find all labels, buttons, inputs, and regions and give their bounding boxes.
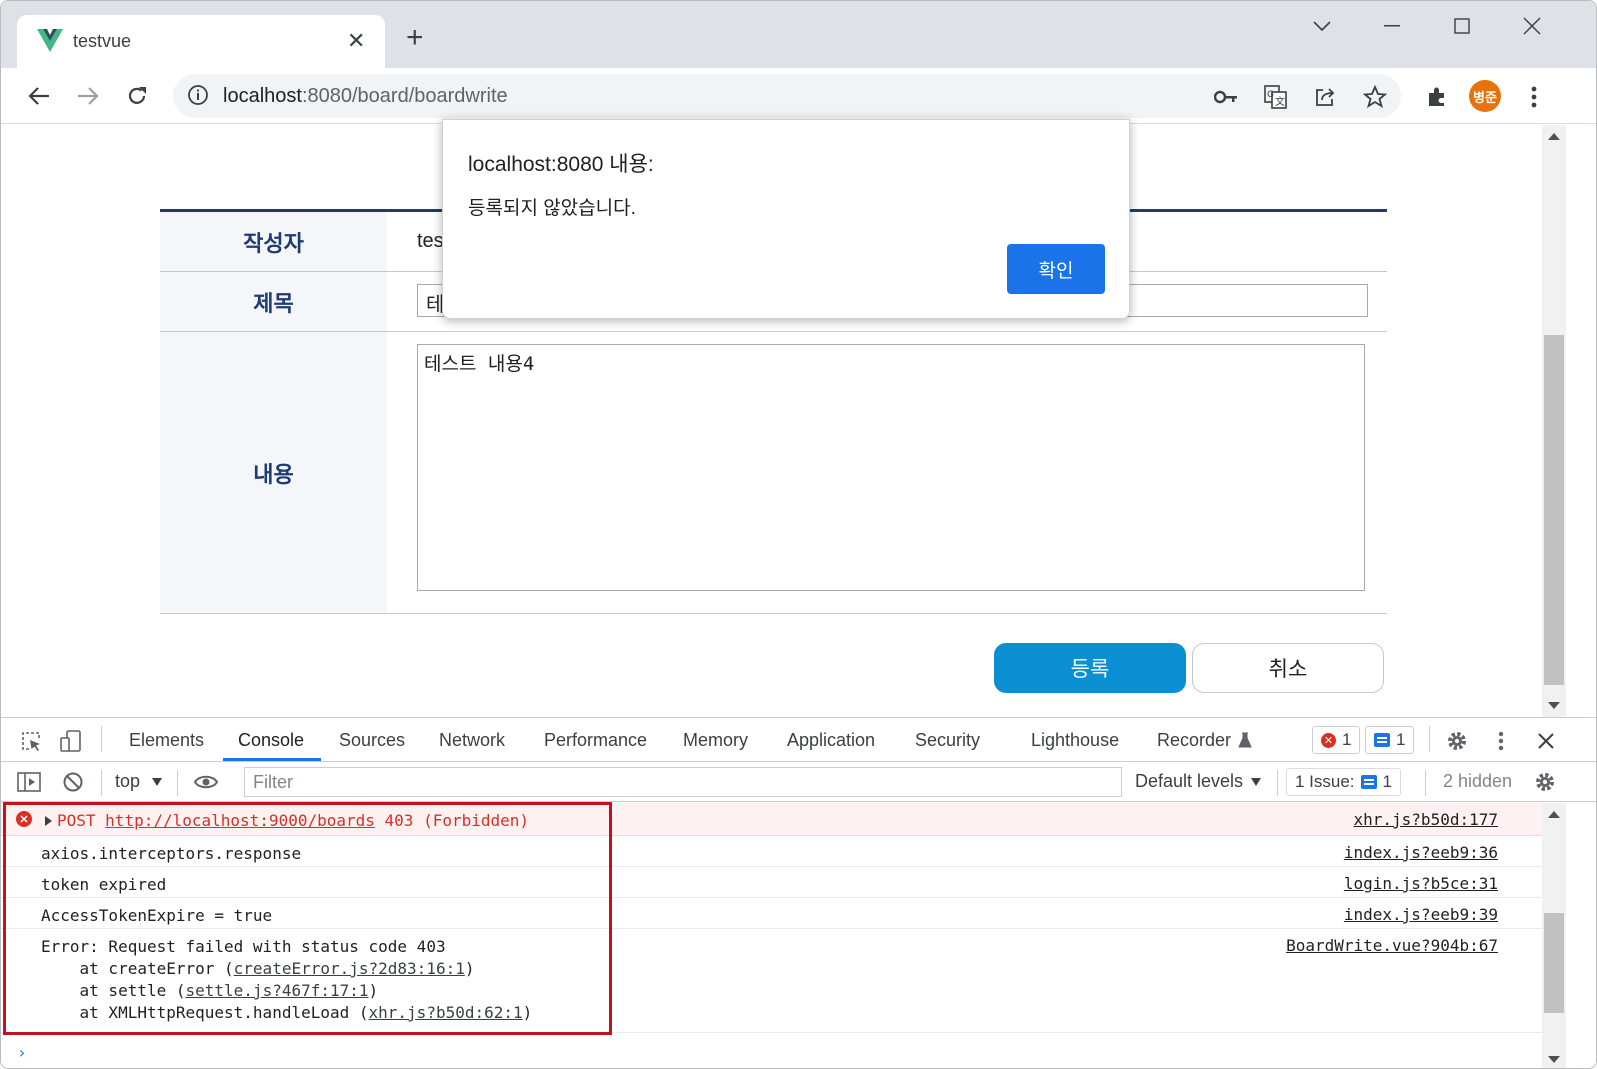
maximize-icon[interactable] xyxy=(1439,11,1485,41)
page-scrollbar[interactable] xyxy=(1542,125,1566,717)
extensions-icon[interactable] xyxy=(1422,82,1452,112)
devtools-more-icon[interactable] xyxy=(1487,727,1515,755)
tab-elements[interactable]: Elements xyxy=(129,730,204,751)
alert-dialog: localhost:8080 내용: 등록되지 않았습니다. 확인 xyxy=(442,119,1130,319)
scroll-down-icon[interactable] xyxy=(1548,702,1560,709)
tab-network[interactable]: Network xyxy=(439,730,505,751)
log-levels-dropdown[interactable]: Default levels xyxy=(1135,771,1243,792)
levels-dropdown-icon[interactable] xyxy=(1251,778,1261,786)
tab-recorder[interactable]: Recorder xyxy=(1157,730,1231,751)
browser-toolbar: localhost:8080/board/boardwrite 文G 병준 xyxy=(1,68,1596,124)
source-link[interactable]: BoardWrite.vue?904b:67 xyxy=(1286,936,1498,955)
message-icon xyxy=(1374,733,1390,747)
content-label: 내용 xyxy=(160,332,387,613)
title-bar: testvue ✕ + xyxy=(1,1,1596,68)
address-bar[interactable]: localhost:8080/board/boardwrite 文G xyxy=(173,74,1401,118)
tab-lighthouse[interactable]: Lighthouse xyxy=(1031,730,1119,751)
tab-close-icon[interactable]: ✕ xyxy=(347,27,365,55)
sidebar-toggle-icon[interactable] xyxy=(15,768,43,796)
back-icon[interactable] xyxy=(21,78,57,114)
tab-search-icon[interactable] xyxy=(1299,11,1345,41)
highlight-annotation-box xyxy=(3,802,612,1035)
separator xyxy=(1425,770,1426,796)
source-link[interactable]: login.js?b5ce:31 xyxy=(1344,874,1498,893)
separator xyxy=(101,770,102,796)
forward-icon[interactable] xyxy=(70,78,106,114)
separator xyxy=(1429,726,1430,752)
console-filter-input[interactable]: Filter xyxy=(244,767,1122,797)
message-count: 1 xyxy=(1396,730,1406,749)
console-scrollbar[interactable] xyxy=(1542,803,1566,1068)
devtools-close-icon[interactable] xyxy=(1532,727,1560,755)
cancel-button[interactable]: 취소 xyxy=(1192,643,1384,693)
source-link[interactable]: index.js?eeb9:36 xyxy=(1344,843,1498,862)
writer-label: 작성자 xyxy=(160,212,387,271)
clear-console-icon[interactable] xyxy=(59,768,87,796)
issues-count: 1 xyxy=(1382,772,1393,791)
source-link[interactable]: xhr.js?b50d:177 xyxy=(1354,810,1499,829)
tab-title: testvue xyxy=(73,31,132,51)
live-expression-eye-icon[interactable] xyxy=(191,768,221,796)
tab-application[interactable]: Application xyxy=(787,730,875,751)
minimize-icon[interactable] xyxy=(1369,11,1415,41)
message-count-badge[interactable]: 1 xyxy=(1365,726,1415,754)
hidden-count: 2 hidden xyxy=(1443,771,1513,791)
dialog-message: 등록되지 않았습니다. xyxy=(468,198,636,219)
tab-sources[interactable]: Sources xyxy=(339,730,405,751)
dialog-ok-button[interactable]: 확인 xyxy=(1007,244,1105,294)
tab-security[interactable]: Security xyxy=(915,730,980,751)
vue-logo-icon xyxy=(37,29,63,52)
close-window-icon[interactable] xyxy=(1509,11,1555,41)
new-tab-button[interactable]: + xyxy=(406,23,424,53)
settings-gear-icon[interactable] xyxy=(1443,727,1471,755)
profile-avatar[interactable]: 병준 xyxy=(1469,80,1501,112)
separator xyxy=(1277,770,1278,796)
reload-icon[interactable] xyxy=(119,78,155,114)
console-prompt[interactable]: › xyxy=(17,1043,27,1062)
tab-console[interactable]: Console xyxy=(238,730,304,751)
issues-label: 1 Issue: xyxy=(1295,772,1355,791)
content-row: 내용 테스트 내용4 xyxy=(160,332,1387,614)
issues-icon xyxy=(1360,775,1377,789)
key-icon[interactable] xyxy=(1213,84,1239,110)
content-textarea[interactable]: 테스트 내용4 xyxy=(417,344,1365,591)
share-icon[interactable] xyxy=(1312,84,1338,110)
console-scroll-down-icon[interactable] xyxy=(1548,1056,1560,1063)
bookmark-star-icon[interactable] xyxy=(1362,84,1388,110)
tab-performance[interactable]: Performance xyxy=(544,730,647,751)
inspect-element-icon[interactable] xyxy=(17,727,45,755)
context-dropdown-icon[interactable] xyxy=(152,778,162,786)
console-scroll-up-icon[interactable] xyxy=(1548,811,1560,818)
scroll-up-icon[interactable] xyxy=(1548,133,1560,140)
writer-value: tes xyxy=(417,230,444,252)
title-label: 제목 xyxy=(160,272,387,331)
source-link[interactable]: index.js?eeb9:39 xyxy=(1344,905,1498,924)
svg-text:文: 文 xyxy=(1275,95,1285,108)
error-icon: ✕ xyxy=(1321,732,1336,748)
separator xyxy=(101,726,102,752)
page-scroll-thumb[interactable] xyxy=(1544,335,1564,685)
devtools-tab-bar: Elements Console Sources Network Perform… xyxy=(1,718,1596,762)
browser-window: testvue ✕ + localhost:8080/board/boardwr… xyxy=(0,0,1597,1069)
error-count: 1 xyxy=(1342,730,1352,749)
context-selector[interactable]: top xyxy=(115,771,140,792)
more-menu-icon[interactable] xyxy=(1519,82,1549,112)
active-tab-indicator xyxy=(223,758,321,761)
dialog-title: localhost:8080 내용: xyxy=(468,153,654,176)
device-toolbar-icon[interactable] xyxy=(57,727,85,755)
submit-button[interactable]: 등록 xyxy=(994,643,1186,693)
translate-icon[interactable]: 文G xyxy=(1263,84,1289,110)
error-count-badge[interactable]: ✕ 1 xyxy=(1312,726,1361,754)
site-info-icon[interactable] xyxy=(187,84,209,106)
url-text[interactable]: localhost:8080/board/boardwrite xyxy=(223,85,508,108)
browser-tab[interactable]: testvue ✕ xyxy=(17,15,385,68)
issues-button[interactable]: 1 Issue: 1 xyxy=(1286,768,1402,796)
tab-memory[interactable]: Memory xyxy=(683,730,748,751)
console-settings-icon[interactable] xyxy=(1531,768,1559,796)
flask-icon xyxy=(1238,732,1252,748)
console-scroll-thumb[interactable] xyxy=(1544,913,1564,1013)
separator xyxy=(177,770,178,796)
svg-text:G: G xyxy=(1267,90,1274,100)
console-filter-bar: top Filter Default levels 1 Issue: 1 2 h… xyxy=(1,762,1596,802)
